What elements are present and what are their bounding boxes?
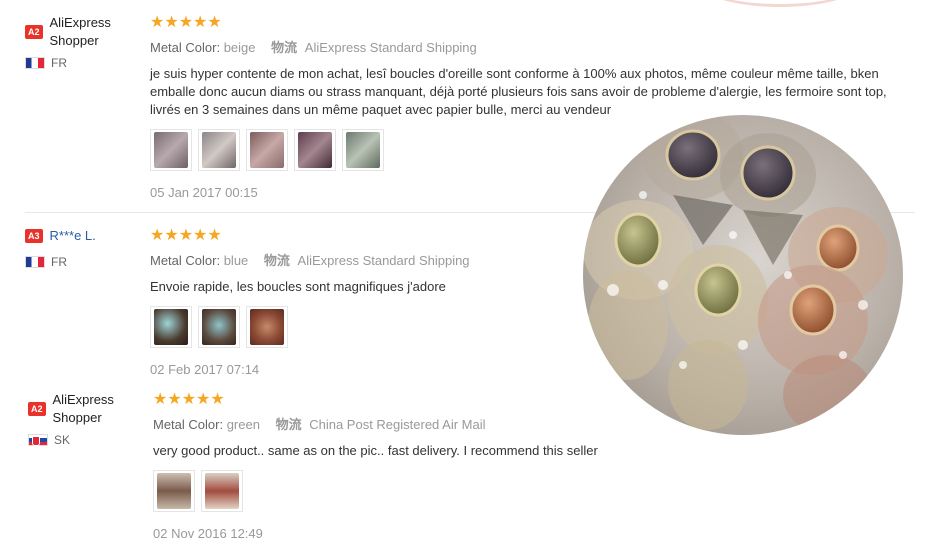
photo-zoom-preview (583, 115, 903, 435)
review-text: je suis hyper contente de mon achat, les… (150, 66, 887, 117)
shipping-icon: 物流 (275, 417, 302, 432)
review-photo-thumbnail[interactable] (294, 129, 336, 171)
review-photo-thumbnail[interactable] (246, 129, 288, 171)
shipping-icon: 物流 (263, 253, 290, 268)
star-rating: ★★★★★ (150, 14, 222, 31)
earrings-photo (583, 115, 888, 435)
shipping-method: AliExpress Standard Shipping (297, 253, 470, 268)
shipping-method: AliExpress Standard Shipping (304, 40, 477, 55)
review-photo-thumbnail[interactable] (150, 129, 192, 171)
review-date: 02 Nov 2016 12:49 (153, 526, 263, 541)
reviewer-country: FR (51, 56, 67, 70)
metal-color-label: Metal Color: (150, 253, 221, 268)
slovakia-flag-icon (28, 434, 48, 446)
review-photo-thumbnail[interactable] (198, 129, 240, 171)
review-photo-thumbnail[interactable] (201, 470, 243, 512)
review-photo-thumbnail[interactable] (198, 306, 240, 348)
reviewer-info: A3 R***e L. FR (25, 227, 145, 269)
reviewer-country: SK (54, 433, 71, 447)
review-photo-thumbnail[interactable] (153, 470, 195, 512)
metal-color-value: blue (223, 253, 249, 268)
review-photos (153, 470, 918, 512)
metal-color-label: Metal Color: (153, 417, 224, 432)
reviewer-info: A2 AliExpress Shopper SK (28, 391, 148, 447)
metal-color-value: green (226, 417, 260, 432)
shipping-icon: 物流 (271, 40, 298, 55)
review-text: very good product.. same as on the pic..… (153, 443, 598, 458)
top-decoration (700, 0, 860, 7)
reviewer-name[interactable]: R***e L. (50, 227, 96, 245)
review-photo-thumbnail[interactable] (150, 306, 192, 348)
reviewer-name: AliExpress Shopper (49, 15, 111, 48)
metal-color-label: Metal Color: (150, 40, 221, 55)
reviewer-name: AliExpress Shopper (52, 392, 114, 425)
metal-color-value: beige (223, 40, 256, 55)
buyer-level-badge: A3 (25, 229, 43, 243)
buyer-level-badge: A2 (25, 25, 43, 39)
reviewer-country: FR (51, 255, 67, 269)
france-flag-icon (25, 256, 45, 268)
review-attributes: Metal Color: beige 物流 AliExpress Standar… (150, 40, 915, 56)
review-photo-thumbnail[interactable] (246, 306, 288, 348)
buyer-level-badge: A2 (28, 402, 46, 416)
reviewer-info: A2 AliExpress Shopper FR (25, 14, 145, 70)
shipping-method: China Post Registered Air Mail (309, 417, 486, 432)
france-flag-icon (25, 57, 45, 69)
review-photo-thumbnail[interactable] (342, 129, 384, 171)
